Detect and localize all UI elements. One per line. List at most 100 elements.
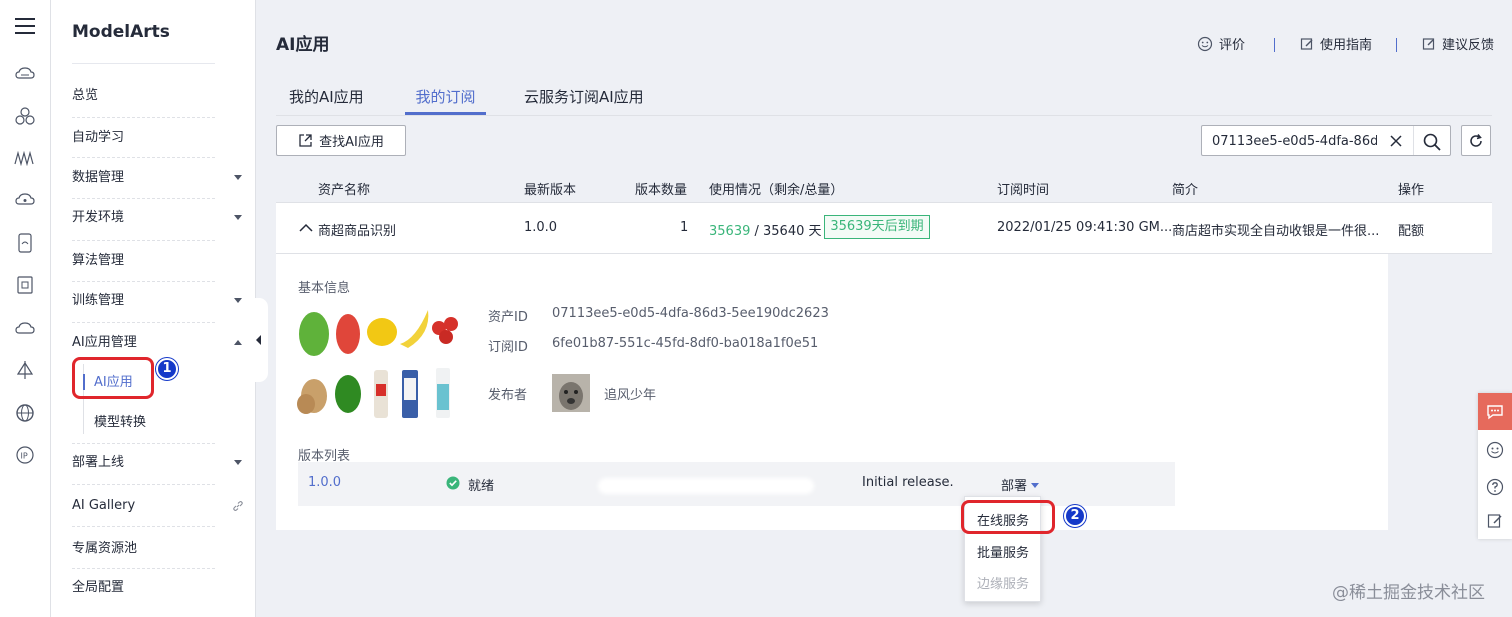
expire-tag: 35639天后到期: [824, 215, 930, 239]
smile-icon[interactable]: [1486, 441, 1504, 459]
asset-id-label: 资产ID: [488, 310, 528, 325]
asset-detail-panel: 基本信息 资产ID 07113ee5-e0d5-4dfa-86d3-5ee190…: [276, 254, 1388, 530]
table-header: 资产名称 最新版本 版本数量 使用情况（剩余/总量） 订阅时间 简介 操作: [276, 172, 1492, 202]
latest-version: 1.0.0: [524, 220, 558, 235]
search-icon[interactable]: [1422, 132, 1442, 152]
product-thumbnail: [297, 310, 458, 418]
quota-link[interactable]: 配额: [1398, 220, 1424, 239]
document-icon[interactable]: [13, 273, 37, 297]
redacted-field: [598, 478, 814, 494]
version-status: 就绪: [468, 479, 495, 494]
collapse-left-icon: [256, 335, 261, 345]
feedback-icon: [1422, 37, 1435, 50]
tab-my-ai-apps[interactable]: 我的AI应用: [289, 86, 364, 115]
sidebar-collapse-handle[interactable]: [250, 298, 268, 382]
watermark: @稀土掘金技术社区: [1332, 583, 1485, 603]
cluster-icon[interactable]: [13, 104, 37, 128]
menu-item-batch-service[interactable]: 批量服务: [977, 542, 1029, 561]
sidebar: ModelArts 总览 自动学习 数据管理 开发环境 算法管理 训练管理 AI…: [51, 0, 256, 617]
col-actions: 操作: [1398, 183, 1425, 198]
external-link-icon: [299, 134, 312, 147]
chat-button[interactable]: [1478, 393, 1512, 430]
wave-icon[interactable]: [13, 146, 37, 170]
version-count: 1: [680, 220, 689, 235]
avatar: [552, 374, 590, 412]
sidebar-item-resource-pool[interactable]: 专属资源池: [72, 537, 244, 561]
search-input[interactable]: [1212, 132, 1377, 150]
basic-info-label: 基本信息: [298, 281, 351, 296]
menu-icon[interactable]: [13, 14, 37, 38]
clear-icon[interactable]: [1387, 132, 1405, 150]
find-ai-app-button[interactable]: 查找AI应用: [276, 125, 406, 156]
table-row: 商超商品识别 1.0.0 1 35639 / 35640 天 35639天后到期…: [276, 202, 1492, 254]
sidebar-sub-model-convert[interactable]: 模型转换: [94, 412, 146, 434]
help-icon[interactable]: [1486, 478, 1504, 496]
chevron-down-icon: [234, 215, 242, 220]
cloud-server-icon[interactable]: [13, 62, 37, 86]
chevron-up-icon[interactable]: [299, 223, 313, 233]
version-description: Initial release.: [862, 475, 954, 490]
cloud-icon[interactable]: [13, 316, 37, 340]
publisher-name: 追风少年: [604, 388, 657, 403]
annotation-badge-2: 2: [1064, 505, 1086, 527]
page-title: AI应用: [276, 35, 330, 55]
sidebar-item-ai-gallery[interactable]: AI Gallery: [72, 494, 244, 518]
network-icon[interactable]: [13, 358, 37, 382]
refresh-button[interactable]: [1461, 125, 1491, 156]
sub-id-label: 订阅ID: [488, 340, 528, 355]
col-description: 简介: [1172, 183, 1199, 198]
col-subscribe-time: 订阅时间: [997, 183, 1050, 198]
publisher-label: 发布者: [488, 388, 528, 403]
asset-id-value: 07113ee5-e0d5-4dfa-86d3-5ee190dc2623: [552, 306, 829, 321]
floating-toolbar: [1478, 393, 1512, 539]
ip-icon[interactable]: IP: [13, 443, 37, 467]
asset-name-link[interactable]: 商超商品识别: [318, 220, 396, 239]
feedback-link[interactable]: 建议反馈: [1422, 34, 1494, 53]
search-box: [1201, 125, 1451, 156]
brand-title: ModelArts: [72, 22, 170, 42]
col-asset-name: 资产名称: [318, 183, 371, 198]
col-latest-version: 最新版本: [524, 183, 577, 198]
icon-rail: IP: [0, 0, 51, 617]
col-usage: 使用情况（剩余/总量）: [709, 183, 844, 198]
check-circle-icon: [446, 476, 460, 490]
chevron-down-icon: [1031, 483, 1040, 488]
sidebar-item-global-config[interactable]: 全局配置: [72, 576, 244, 600]
sidebar-item-data-management[interactable]: 数据管理: [72, 166, 244, 190]
device-icon[interactable]: [13, 231, 37, 255]
guide-link[interactable]: 使用指南: [1300, 34, 1372, 53]
edit-icon[interactable]: [1486, 512, 1504, 530]
sidebar-item-algorithm[interactable]: 算法管理: [72, 249, 244, 273]
version-number: 1.0.0: [308, 475, 342, 490]
annotation-ring-1: [72, 357, 154, 399]
sidebar-item-overview[interactable]: 总览: [72, 84, 244, 108]
description: 商店超市实现全自动收银是一件很...: [1172, 224, 1380, 239]
menu-item-edge-service: 边缘服务: [977, 577, 1030, 592]
refresh-icon: [1470, 133, 1482, 147]
cloud-storage-icon[interactable]: [13, 188, 37, 212]
annotation-ring-2: [961, 500, 1055, 534]
rate-link[interactable]: 评价: [1197, 34, 1245, 53]
tab-bar: 我的AI应用 我的订阅 云服务订阅AI应用: [276, 86, 1492, 116]
sidebar-item-auto-learning[interactable]: 自动学习: [72, 126, 244, 150]
usage: 35639 / 35640 天: [709, 224, 822, 239]
subscribe-time: 2022/01/25 09:41:30 GM...: [997, 220, 1173, 235]
sidebar-item-ai-app-management[interactable]: AI应用管理: [72, 331, 244, 355]
guide-icon: [1300, 37, 1313, 50]
sidebar-item-training[interactable]: 训练管理: [72, 289, 244, 313]
link-icon: [233, 501, 243, 511]
annotation-badge-1: 1: [156, 358, 178, 380]
tab-my-subscriptions[interactable]: 我的订阅: [405, 86, 486, 115]
chevron-up-icon: [234, 340, 242, 345]
chevron-down-icon: [234, 460, 242, 465]
chevron-down-icon: [234, 175, 242, 180]
svg-text:IP: IP: [21, 452, 28, 461]
tab-cloud-subscriptions[interactable]: 云服务订阅AI应用: [524, 86, 644, 115]
chevron-down-icon: [234, 298, 242, 303]
deploy-dropdown[interactable]: 部署: [1001, 475, 1040, 494]
sub-id-value: 6fe01b87-551c-45fd-8df0-ba018a1f0e51: [552, 336, 819, 351]
sidebar-item-deploy[interactable]: 部署上线: [72, 451, 244, 475]
col-version-count: 版本数量: [635, 183, 688, 198]
sidebar-item-dev-env[interactable]: 开发环境: [72, 206, 244, 230]
globe-icon[interactable]: [13, 401, 37, 425]
